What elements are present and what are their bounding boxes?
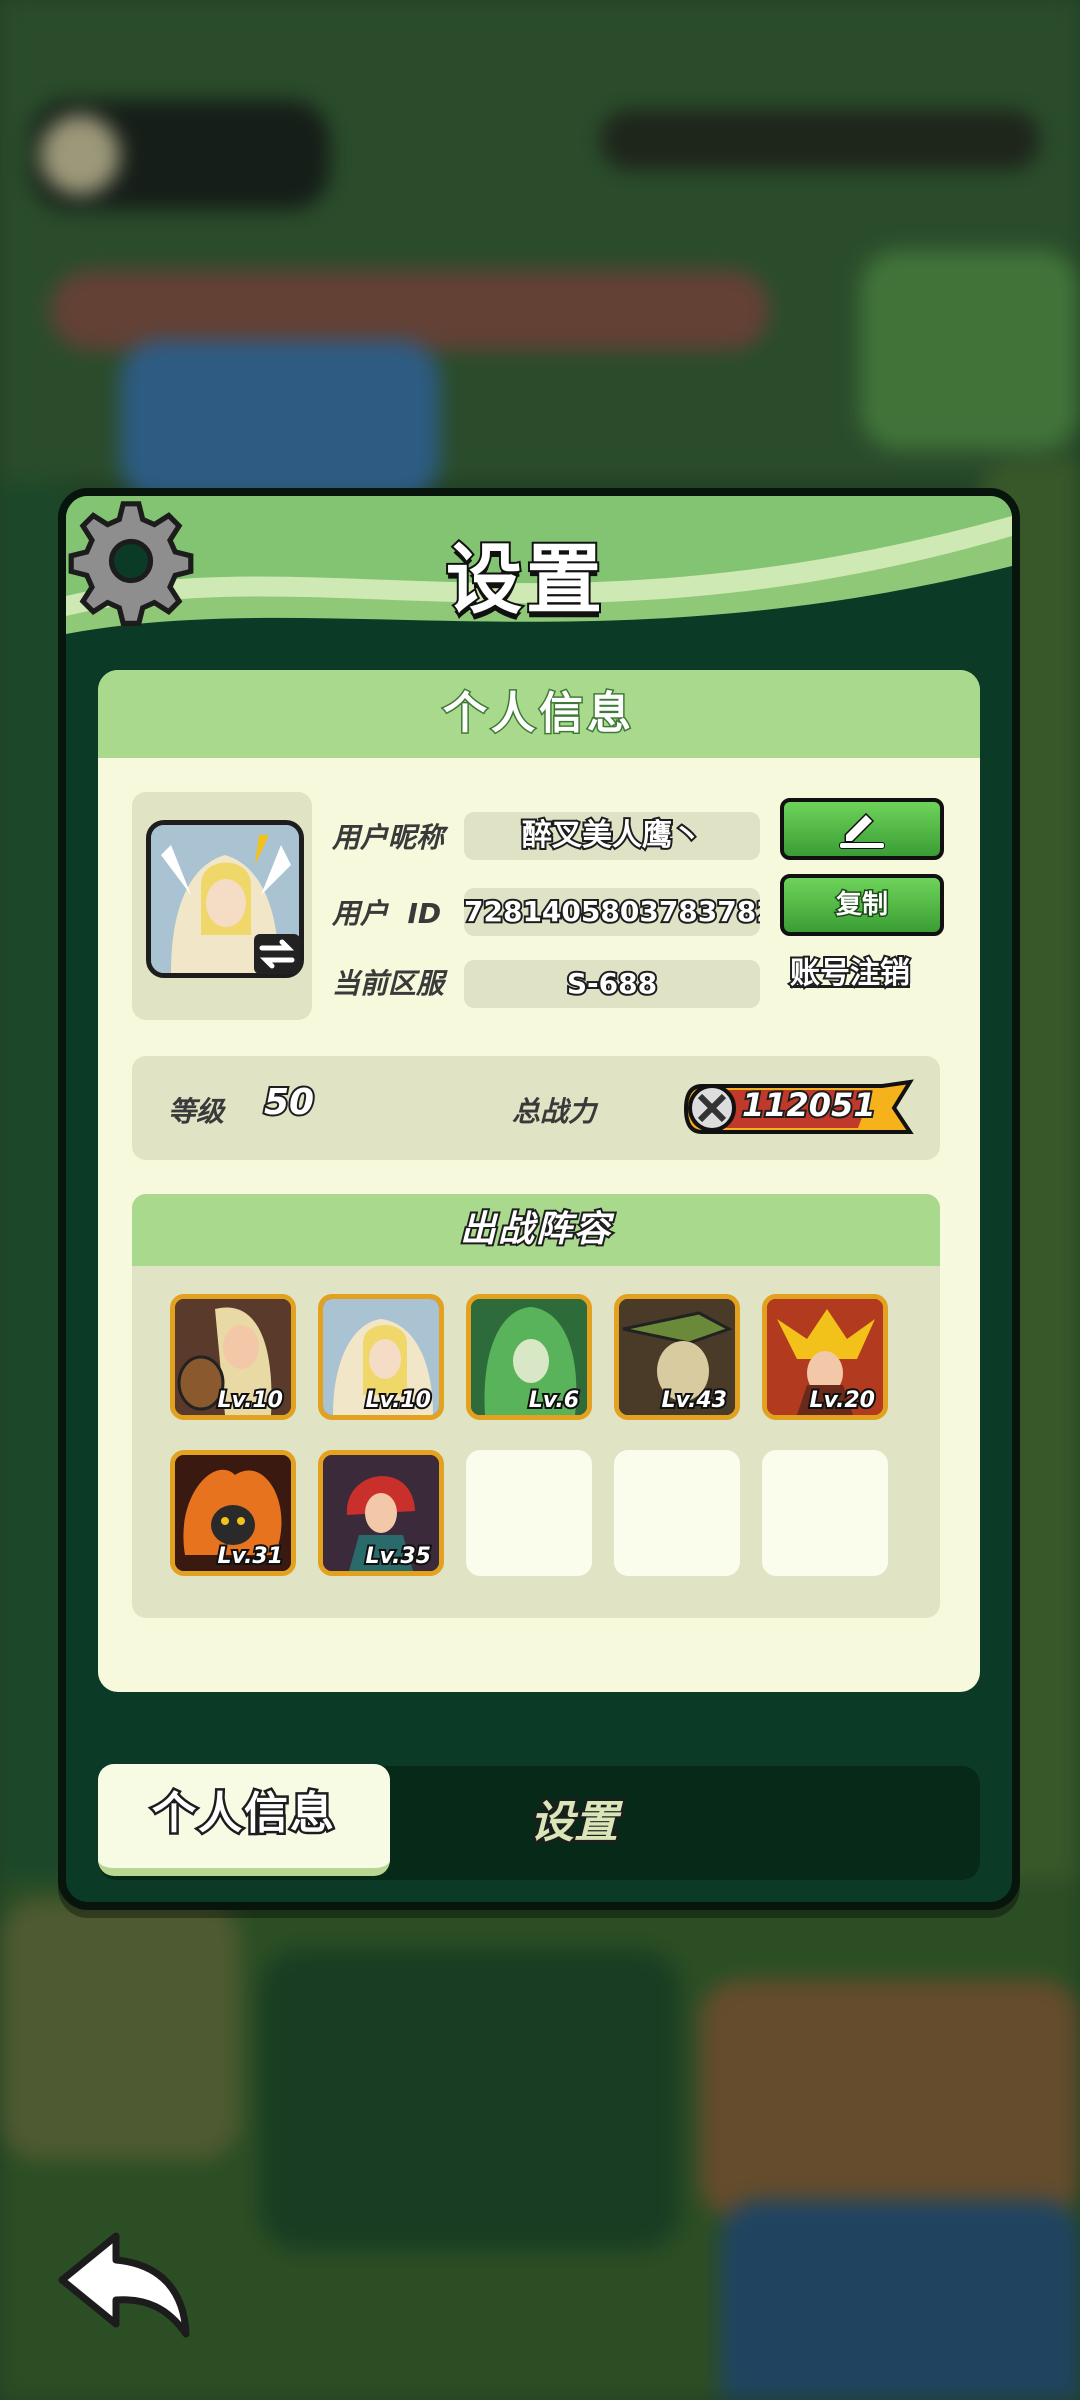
hero-slot-1[interactable]: Lv.10 xyxy=(170,1294,296,1420)
personal-info-panel: 个人信息 用户昵称 醉叉美人鹰丶 用户 ID 728140580378378 复… xyxy=(98,670,980,1692)
stats-bar: 等级 50 总战力 112051 xyxy=(132,1056,940,1160)
server-field: S-688 xyxy=(464,960,760,1008)
swap-avatar-icon[interactable] xyxy=(254,934,300,974)
level-value: 50 xyxy=(262,1080,316,1125)
edit-pencil-icon xyxy=(839,812,885,849)
user-id-field: 72814058037837825 xyxy=(464,888,760,936)
hero-level: Lv.43 xyxy=(659,1386,729,1415)
hero-level: Lv.10 xyxy=(215,1386,285,1415)
hero-slot-6[interactable]: Lv.31 xyxy=(170,1450,296,1576)
back-arrow-icon[interactable] xyxy=(56,2230,196,2340)
avatar-container[interactable] xyxy=(132,792,312,1020)
server-label: 当前区服 xyxy=(332,967,445,1000)
dialog-tab-bar: 个人信息 设置 xyxy=(98,1764,980,1880)
hero-slot-3[interactable]: Lv.6 xyxy=(466,1294,592,1420)
battle-lineup: 出战阵容 Lv.10 Lv.10 Lv.6 Lv.43 Lv.20 Lv.31 … xyxy=(132,1194,940,1618)
hero-slot-4[interactable]: Lv.43 xyxy=(614,1294,740,1420)
dialog-title: 设置 xyxy=(444,533,606,626)
power-value: 112051 xyxy=(740,1084,878,1126)
tab-settings[interactable]: 设置 xyxy=(474,1766,674,1880)
tab-personal-info[interactable]: 个人信息 xyxy=(98,1764,390,1876)
panel-header: 个人信息 xyxy=(98,670,980,758)
hero-level: Lv.6 xyxy=(527,1386,581,1415)
deregister-account-link[interactable]: 账号注销 xyxy=(788,948,912,993)
user-id-label: 用户 ID xyxy=(332,897,442,930)
edit-nickname-button[interactable] xyxy=(780,798,944,860)
hero-level: Lv.35 xyxy=(363,1542,433,1571)
nickname-field: 醉叉美人鹰丶 xyxy=(464,812,760,860)
nickname-label: 用户昵称 xyxy=(332,821,445,854)
empty-hero-slot[interactable] xyxy=(466,1450,592,1576)
hero-level: Lv.10 xyxy=(363,1386,433,1415)
level-label: 等级 xyxy=(168,1095,225,1128)
empty-hero-slot[interactable] xyxy=(762,1450,888,1576)
hero-slot-5[interactable]: Lv.20 xyxy=(762,1294,888,1420)
hero-level: Lv.20 xyxy=(807,1386,877,1415)
hero-level: Lv.31 xyxy=(215,1542,285,1571)
settings-dialog: 设置 个人信息 用户昵称 醉叉美人鹰丶 用户 ID 72814058037837… xyxy=(58,488,1020,1910)
hero-slot-7[interactable]: Lv.35 xyxy=(318,1450,444,1576)
power-label: 总战力 xyxy=(512,1095,597,1128)
empty-hero-slot[interactable] xyxy=(614,1450,740,1576)
dialog-header: 设置 xyxy=(66,496,1012,646)
copy-id-button[interactable]: 复制 xyxy=(780,874,944,936)
lineup-title: 出战阵容 xyxy=(132,1194,940,1266)
gear-icon xyxy=(68,501,194,626)
hero-slot-2[interactable]: Lv.10 xyxy=(318,1294,444,1420)
